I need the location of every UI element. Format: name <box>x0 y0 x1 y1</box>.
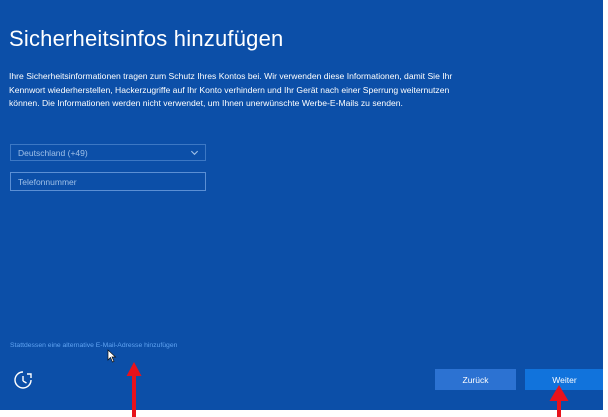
page-description: Ihre Sicherheitsinformationen tragen zum… <box>9 71 453 108</box>
oobe-screen: Sicherheitsinfos hinzufügen Ihre Sicherh… <box>0 0 603 410</box>
country-code-select[interactable]: Deutschland (+49) <box>10 144 206 161</box>
page-title: Sicherheitsinfos hinzufügen <box>9 26 284 51</box>
red-arrow-up-icon <box>126 362 142 417</box>
phone-number-input[interactable] <box>10 172 206 191</box>
alternative-email-link[interactable]: Stattdessen eine alternative E-Mail-Adre… <box>10 342 177 349</box>
red-arrow-up-icon <box>549 385 569 417</box>
country-code-value: Deutschland (+49) <box>18 148 88 158</box>
chevron-down-icon <box>190 150 199 156</box>
ease-of-access-icon[interactable] <box>12 369 34 391</box>
back-button[interactable]: Zurück <box>435 369 516 390</box>
mouse-pointer-icon <box>107 349 117 363</box>
